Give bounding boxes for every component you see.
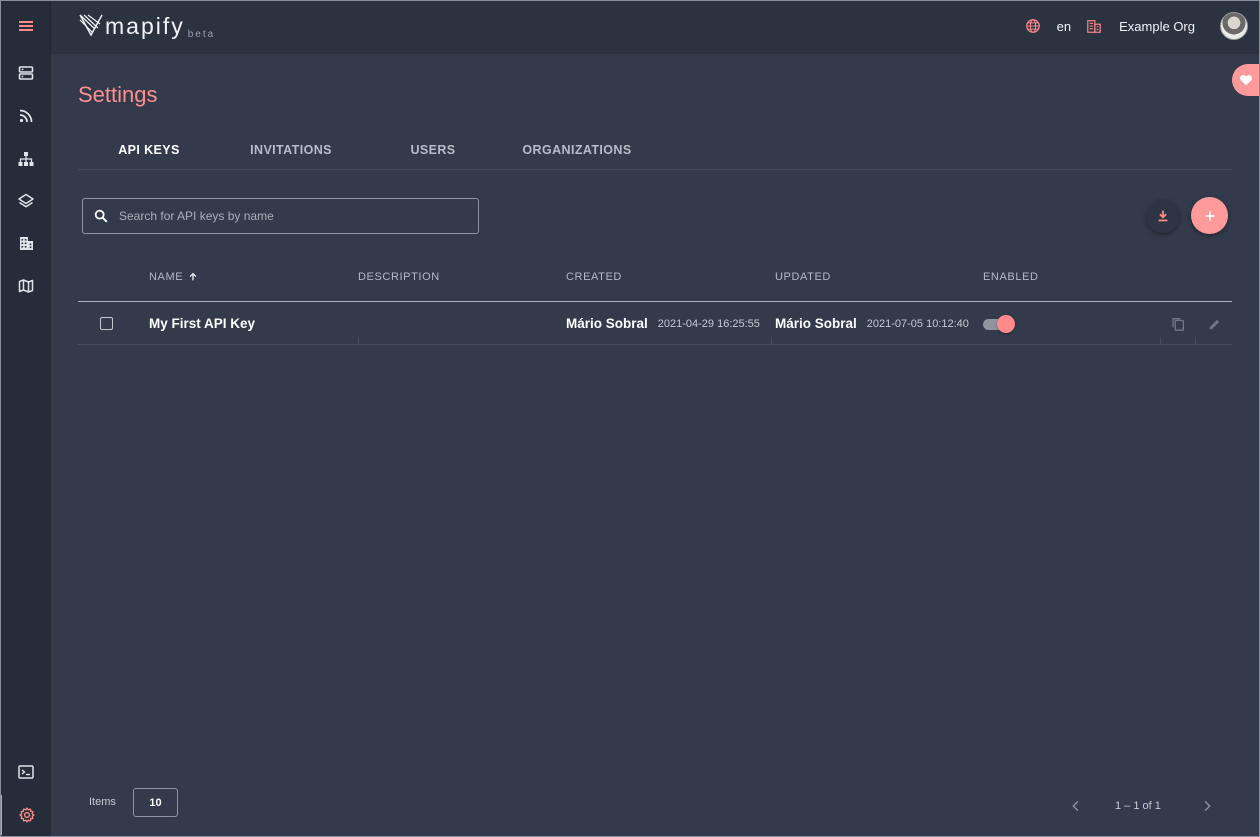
tab-users[interactable]: USERS <box>362 130 504 169</box>
sidebar-item-maps[interactable] <box>0 266 51 306</box>
logo-mark-icon <box>79 14 103 37</box>
sidebar-item-settings[interactable] <box>0 795 51 835</box>
rss-icon <box>19 109 32 123</box>
created-by: Mário Sobral <box>566 316 648 331</box>
user-avatar[interactable] <box>1220 12 1248 40</box>
sidebar-item-layers[interactable] <box>0 181 51 221</box>
column-header-description[interactable]: DESCRIPTION <box>358 271 440 283</box>
sidebar-item-servers[interactable] <box>0 53 51 93</box>
download-button[interactable] <box>1146 199 1180 233</box>
column-divider <box>1160 337 1161 345</box>
arrow-up-icon <box>189 272 197 281</box>
building-icon <box>19 237 33 250</box>
column-header-name-label: NAME <box>149 271 184 283</box>
sidebar-item-feeds[interactable] <box>0 96 51 136</box>
top-bar: mapify beta en Example Org <box>51 0 1260 52</box>
search-icon <box>94 209 108 223</box>
tab-invitations[interactable]: INVITATIONS <box>220 130 362 169</box>
gear-icon <box>18 807 35 823</box>
settings-tabs: API KEYS INVITATIONS USERS ORGANIZATIONS <box>78 130 1232 170</box>
sidebar-item-hierarchy[interactable] <box>0 139 51 179</box>
column-header-enabled[interactable]: ENABLED <box>983 271 1039 283</box>
download-icon <box>1158 210 1168 222</box>
edit-button[interactable] <box>1204 314 1224 334</box>
search-input[interactable] <box>119 209 459 223</box>
globe-icon[interactable] <box>1024 17 1042 35</box>
copy-button[interactable] <box>1168 314 1188 334</box>
search-box <box>82 198 479 234</box>
page-title: Settings <box>78 82 158 107</box>
chevron-left-icon <box>1072 800 1079 812</box>
items-per-page-select[interactable]: 10 <box>133 788 178 817</box>
chevron-right-icon <box>1204 800 1211 812</box>
pagination-range: 1 – 1 of 1 <box>1115 800 1161 812</box>
terminal-icon <box>17 765 34 779</box>
copy-icon <box>1172 318 1184 331</box>
logo-badge: beta <box>187 29 216 40</box>
tab-organizations[interactable]: ORGANIZATIONS <box>504 130 650 169</box>
add-api-key-button[interactable] <box>1191 197 1228 234</box>
column-header-updated[interactable]: UPDATED <box>775 271 831 283</box>
next-page-button[interactable] <box>1198 797 1216 815</box>
column-header-name[interactable]: NAME <box>149 271 198 283</box>
tab-api-keys[interactable]: API KEYS <box>78 130 220 169</box>
hamburger-icon <box>18 21 33 31</box>
enabled-toggle[interactable] <box>983 314 1015 333</box>
layers-icon <box>17 193 34 208</box>
language-selector[interactable]: en <box>1057 19 1071 34</box>
logo-text: mapify <box>105 13 185 39</box>
updated-by: Mário Sobral <box>775 316 857 331</box>
sidebar <box>0 0 51 837</box>
row-checkbox[interactable] <box>100 317 113 330</box>
organization-name[interactable]: Example Org <box>1119 19 1195 34</box>
heart-icon <box>1240 75 1252 86</box>
pencil-icon <box>1209 319 1219 329</box>
server-icon <box>18 66 33 80</box>
updated-at: 2021-07-05 10:12:40 <box>866 317 969 330</box>
plus-icon <box>1204 210 1215 221</box>
map-icon <box>18 279 33 293</box>
organization-icon[interactable] <box>1085 17 1103 35</box>
created-at: 2021-04-29 16:25:55 <box>657 317 760 330</box>
column-divider <box>771 337 772 345</box>
feedback-button[interactable] <box>1232 64 1260 96</box>
column-header-created[interactable]: CREATED <box>566 271 622 283</box>
column-divider <box>1195 337 1196 345</box>
items-per-page-label: Items <box>89 796 116 808</box>
sidebar-item-terminal[interactable] <box>0 752 51 792</box>
table-row[interactable]: My First API Key Mário Sobral 2021-04-29… <box>78 302 1232 345</box>
toggle-knob <box>997 314 1015 333</box>
sidebar-item-buildings[interactable] <box>0 223 51 263</box>
api-key-name: My First API Key <box>149 316 256 331</box>
sitemap-icon <box>18 152 33 166</box>
table-header: NAME DESCRIPTION CREATED UPDATED ENABLED <box>78 258 1232 302</box>
menu-button[interactable] <box>0 6 51 46</box>
app-logo[interactable]: mapify beta <box>79 13 216 40</box>
column-divider <box>358 337 359 345</box>
previous-page-button[interactable] <box>1067 797 1085 815</box>
